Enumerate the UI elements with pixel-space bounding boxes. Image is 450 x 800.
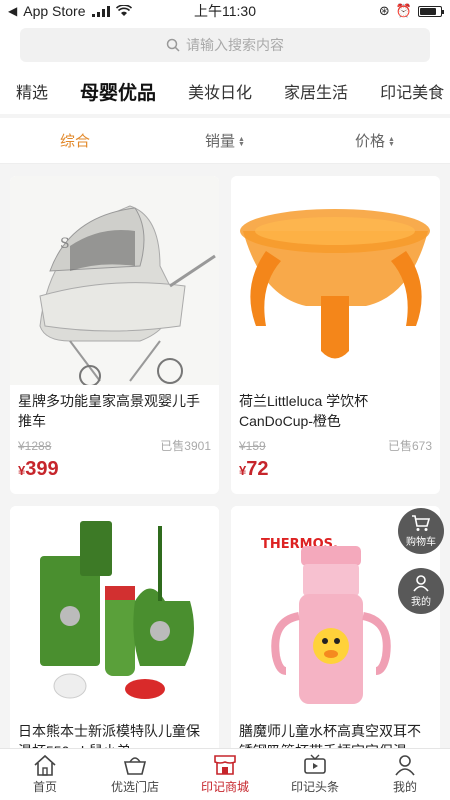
price-value: 72	[246, 458, 269, 480]
status-bar: ◀ App Store 上午11:30 ⊛ ⏰	[0, 0, 450, 22]
product-price: ¥399	[10, 454, 219, 485]
product-title: 荷兰Littleluca 学饮杯CanDoCup-橙色	[239, 393, 369, 429]
product-grid: S 星牌多功能皇家高景观婴儿手推车 ¥1288 已售3901 ¥399 荷兰Li…	[10, 176, 440, 748]
cart-float-button[interactable]: 购物车	[398, 508, 444, 554]
tv-icon	[304, 754, 326, 774]
signal-icon	[91, 5, 110, 17]
tab-home-label: 首页	[32, 780, 57, 794]
category-tab-home[interactable]: 家居生活	[268, 79, 364, 103]
search-input[interactable]: 请输入搜索内容	[20, 28, 430, 62]
mine-label: 我的	[411, 597, 431, 608]
sort-arrows-icon: ▲ ▼	[238, 136, 245, 149]
person-icon	[395, 755, 415, 776]
tab-headlines[interactable]: 印记头条	[270, 749, 360, 800]
house-icon	[34, 754, 56, 776]
rotation-lock-icon: ⊛	[378, 3, 390, 18]
status-right: ⊛ ⏰	[378, 3, 444, 19]
product-price: ¥72	[231, 454, 440, 485]
sort-sales-label: 销量	[205, 133, 236, 150]
category-tab-maternal[interactable]: 母婴优品	[64, 78, 172, 105]
tab-mine-label: 我的	[392, 780, 417, 794]
alarm-icon: ⏰	[395, 3, 412, 18]
mine-float-button[interactable]: 我的	[398, 568, 444, 614]
sort-price[interactable]: 价格 ▲ ▼	[300, 130, 450, 151]
cart-icon	[412, 515, 431, 531]
category-tabs: 精选 母婴优品 美妆日化 家居生活 印记美食	[0, 68, 450, 114]
tab-home[interactable]: 首页	[0, 749, 90, 800]
sort-sales[interactable]: 销量 ▲ ▼	[150, 130, 300, 151]
sort-comprehensive[interactable]: 综合	[0, 130, 150, 151]
person-icon	[413, 575, 429, 592]
product-card[interactable]: 荷兰Littleluca 学饮杯CanDoCup-橙色 ¥159 已售673 ¥…	[231, 176, 440, 494]
tab-headlines-label: 印记头条	[290, 780, 339, 794]
price-value: 399	[25, 458, 59, 480]
product-image-thermos-set	[10, 506, 219, 715]
category-tab-food[interactable]: 印记美食	[364, 79, 450, 103]
product-card[interactable]: 日本熊本士新派模特队儿童保温杯550ml-鼠小弟	[10, 506, 219, 748]
sort-arrows-icon: ▲ ▼	[388, 136, 395, 149]
search-bar: 请输入搜索内容	[0, 22, 450, 68]
category-tab-featured[interactable]: 精选	[0, 79, 64, 103]
tab-mall-label: 印记商城	[200, 780, 249, 794]
sort-price-label: 价格	[355, 133, 386, 150]
search-placeholder: 请输入搜索内容	[186, 37, 284, 53]
product-meta: ¥1288 已售3901	[10, 433, 219, 454]
sort-comprehensive-label: 综合	[59, 133, 90, 150]
status-left: ◀ App Store	[8, 3, 132, 19]
original-price: ¥159	[239, 438, 266, 453]
product-meta: ¥159 已售673	[231, 433, 440, 454]
product-title: 膳魔师儿童水杯高真空双耳不锈钢吸管杯带手柄宝宝保温	[239, 723, 421, 748]
sold-count: 已售673	[387, 439, 432, 453]
product-title: 星牌多功能皇家高景观婴儿手推车	[18, 393, 200, 429]
basket-icon	[123, 757, 147, 775]
category-tab-beauty[interactable]: 美妆日化	[172, 79, 268, 103]
wifi-icon	[115, 5, 132, 16]
product-card[interactable]: S 星牌多功能皇家高景观婴儿手推车 ¥1288 已售3901 ¥399	[10, 176, 219, 494]
tab-mall[interactable]: 印记商城	[180, 749, 270, 800]
tab-mine[interactable]: 我的	[360, 749, 450, 800]
tab-stores[interactable]: 优选门店	[90, 749, 180, 800]
svg-text:S: S	[60, 236, 70, 252]
bottom-tab-bar: 首页 优选门店 印记商城 印记头条 我的	[0, 748, 450, 800]
product-image-stroller: S	[10, 176, 219, 385]
carrier-label[interactable]: App Store	[23, 3, 85, 19]
original-price: ¥1288	[18, 438, 52, 453]
product-image-training-cup	[231, 176, 440, 385]
back-chevron-icon[interactable]: ◀	[8, 4, 17, 18]
search-icon	[166, 38, 180, 52]
sort-bar: 综合 销量 ▲ ▼ 价格 ▲ ▼	[0, 118, 450, 164]
sold-count: 已售3901	[160, 439, 211, 453]
product-title: 日本熊本士新派模特队儿童保温杯550ml-鼠小弟	[18, 723, 200, 748]
cart-label: 购物车	[406, 537, 436, 548]
battery-icon	[418, 5, 444, 17]
tab-stores-label: 优选门店	[110, 780, 159, 794]
shop-icon	[214, 755, 236, 775]
